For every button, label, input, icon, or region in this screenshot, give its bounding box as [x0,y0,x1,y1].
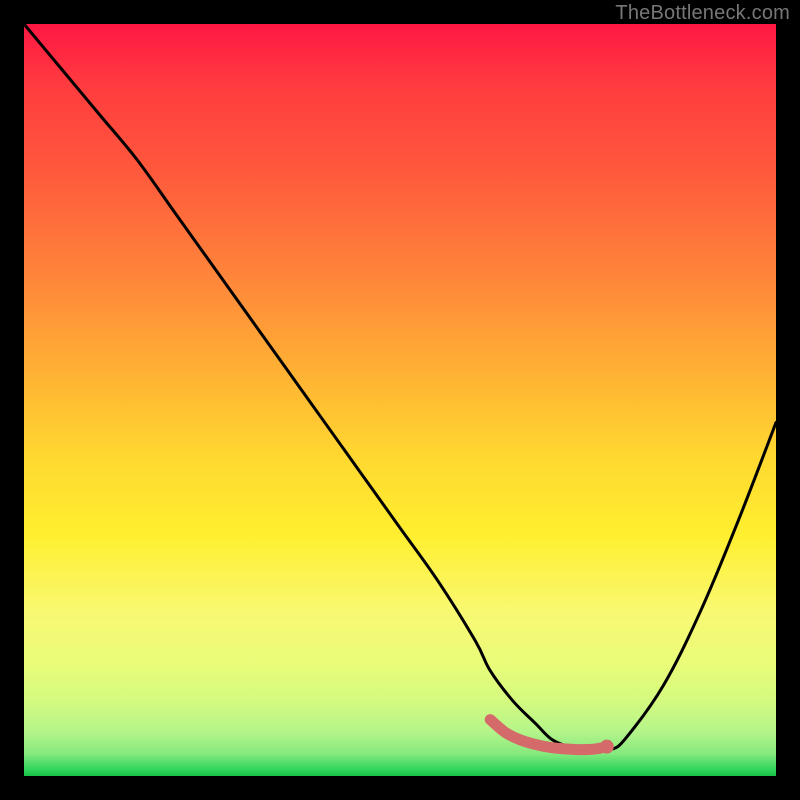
optimal-end-dot-icon [600,740,614,754]
watermark-text: TheBottleneck.com [615,2,790,25]
curve-layer [24,24,776,776]
gradient-plot-area [24,24,776,776]
optimal-range-marker [490,720,607,750]
bottleneck-curve [24,24,776,753]
chart-frame: TheBottleneck.com [0,0,800,800]
